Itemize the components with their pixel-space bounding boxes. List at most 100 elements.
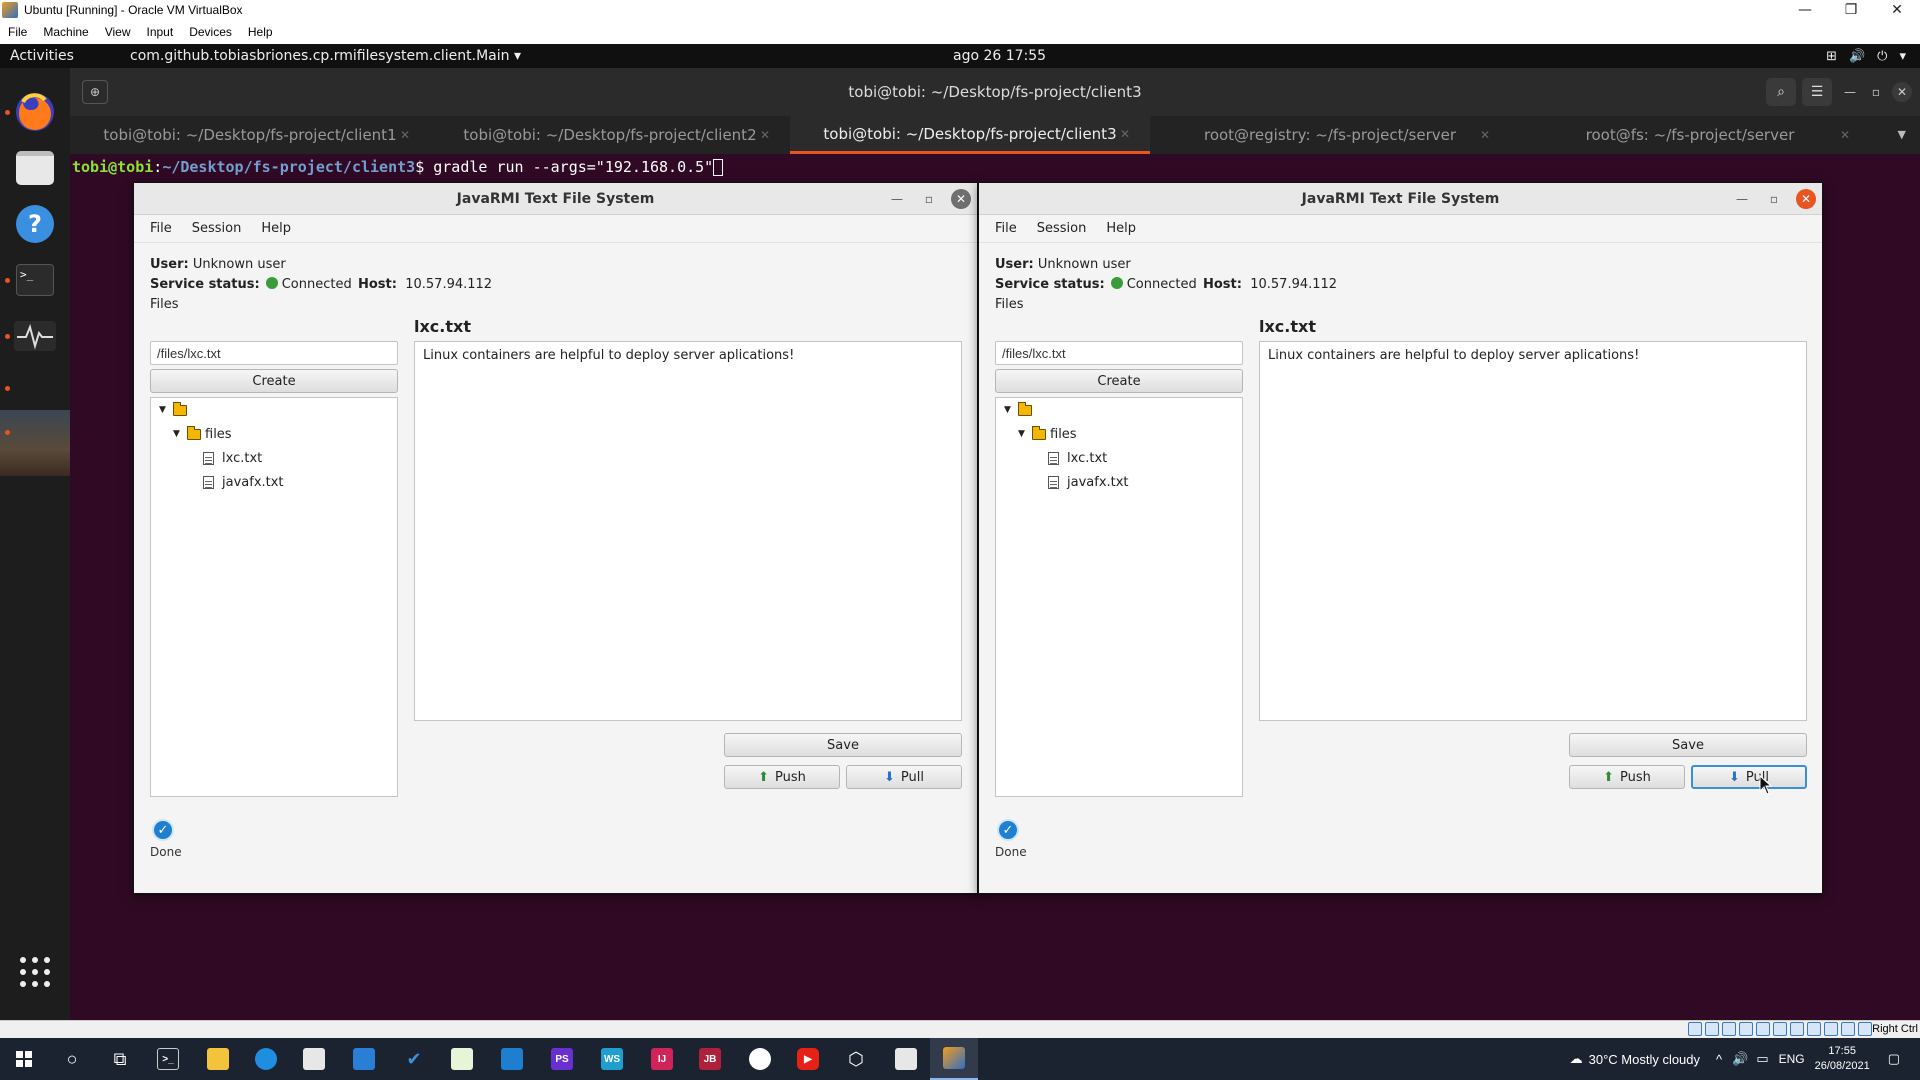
expand-arrow-icon[interactable]: ▼ — [159, 405, 169, 415]
terminal-tab-client3[interactable]: tobi@tobi: ~/Desktop/fs-project/client3 ✕ — [790, 116, 1150, 154]
webstorm-icon[interactable]: WS — [588, 1038, 636, 1080]
terminal-tab-client1[interactable]: tobi@tobi: ~/Desktop/fs-project/client1 ✕ — [70, 116, 430, 154]
file-content-editor[interactable]: Linux containers are helpful to deploy s… — [414, 341, 962, 721]
tree-file-row[interactable]: lxc.txt — [1048, 448, 1107, 468]
remote-desktop-icon[interactable] — [882, 1038, 930, 1080]
file-tree[interactable]: ▼ ▼ files lxc.txt javafx.txt — [150, 397, 398, 797]
close-tab-icon[interactable]: ✕ — [1120, 127, 1130, 141]
usb-icon[interactable] — [1756, 1022, 1770, 1036]
close-tab-icon[interactable]: ✕ — [400, 128, 410, 142]
volume-icon[interactable]: 🔊 — [1732, 1051, 1748, 1067]
push-button[interactable]: ⬆ Push — [1569, 765, 1685, 789]
audio-icon[interactable] — [1722, 1022, 1736, 1036]
path-input[interactable] — [995, 341, 1243, 365]
menu-help[interactable]: Help — [1096, 221, 1146, 236]
activities-button[interactable]: Activities — [10, 48, 74, 64]
tree-root-row[interactable]: ▼ — [1004, 400, 1036, 420]
tree-folder-row[interactable]: ▼ files — [173, 424, 232, 444]
recording-icon[interactable] — [1807, 1022, 1821, 1036]
disk-icon[interactable] — [1688, 1022, 1702, 1036]
menu-file[interactable]: File — [979, 221, 1027, 236]
weather-icon[interactable]: ☁ — [1570, 1051, 1583, 1067]
fx-window-title[interactable]: JavaRMI Text File System — [979, 183, 1822, 215]
chevron-up-icon[interactable]: ^ — [1716, 1052, 1722, 1067]
network-icon[interactable] — [1739, 1022, 1753, 1036]
save-button[interactable]: Save — [724, 733, 962, 757]
file-tree[interactable]: ▼ ▼ files lxc.txt javafx.txt — [995, 397, 1243, 797]
maximize-icon[interactable]: ▫ — [919, 189, 939, 209]
edge-icon[interactable] — [242, 1038, 290, 1080]
chevron-down-icon[interactable]: ▼ — [1898, 128, 1906, 141]
close-tab-icon[interactable]: ✕ — [1840, 128, 1850, 142]
terminal-tab-fs[interactable]: root@fs: ~/fs-project/server ✕ — [1510, 116, 1870, 154]
file-content-editor[interactable]: Linux containers are helpful to deploy s… — [1259, 341, 1807, 721]
cpu-icon[interactable] — [1824, 1022, 1838, 1036]
fx-window-title[interactable]: JavaRMI Text File System — [134, 183, 977, 215]
intellij-icon[interactable]: IJ — [638, 1038, 686, 1080]
files-icon[interactable] — [11, 144, 59, 192]
search-icon[interactable]: ○ — [48, 1038, 96, 1080]
store-icon[interactable] — [290, 1038, 338, 1080]
close-tab-icon[interactable]: ✕ — [1480, 128, 1490, 142]
tree-file-row[interactable]: lxc.txt — [203, 448, 262, 468]
system-monitor-icon[interactable] — [11, 312, 59, 360]
clock[interactable]: ago 26 17:55 — [953, 48, 1046, 64]
menu-session[interactable]: Session — [182, 221, 252, 236]
host-menu-machine[interactable]: Machine — [35, 25, 96, 39]
terminal-icon[interactable]: >_ — [11, 256, 59, 304]
expand-arrow-icon[interactable]: ▼ — [173, 429, 183, 439]
minimize-icon[interactable]: — — [1732, 189, 1752, 209]
host-menu-view[interactable]: View — [97, 25, 139, 39]
close-icon[interactable]: ✕ — [1892, 82, 1912, 102]
todo-icon[interactable]: ✔ — [390, 1038, 438, 1080]
tree-folder-row[interactable]: ▼ files — [1018, 424, 1077, 444]
taskbar-clock[interactable]: 17:55 26/08/2021 — [1815, 1044, 1870, 1074]
optical-drive-icon[interactable] — [1705, 1022, 1719, 1036]
maximize-icon[interactable]: ▫ — [1866, 82, 1886, 102]
pull-button[interactable]: ⬇ Pull — [846, 765, 962, 789]
close-icon[interactable]: ✕ — [1796, 189, 1816, 209]
terminal-command-line[interactable]: tobi@tobi:~/Desktop/fs-project/client3$ … — [72, 158, 724, 176]
host-menu-devices[interactable]: Devices — [181, 25, 240, 39]
language-indicator[interactable]: ENG — [1779, 1052, 1805, 1066]
terminal-tab-registry[interactable]: root@registry: ~/fs-project/server ✕ — [1150, 116, 1510, 154]
tree-file-row[interactable]: javafx.txt — [1048, 472, 1129, 492]
app-menu[interactable]: com.github.tobiasbriones.cp.rmifilesyste… — [130, 48, 521, 64]
shared-folder-icon[interactable] — [1773, 1022, 1787, 1036]
menu-file[interactable]: File — [134, 221, 182, 236]
java-app-icon[interactable] — [0, 410, 70, 476]
tree-root-row[interactable]: ▼ — [159, 400, 191, 420]
help-icon[interactable]: ? — [11, 200, 59, 248]
create-button[interactable]: Create — [995, 369, 1243, 393]
phpstorm-icon[interactable]: PS — [538, 1038, 586, 1080]
virtualbox-running-icon[interactable] — [930, 1038, 978, 1080]
show-apps-icon[interactable] — [11, 948, 59, 996]
display-icon[interactable] — [1790, 1022, 1804, 1036]
host-menu-input[interactable]: Input — [139, 25, 182, 39]
expand-arrow-icon[interactable]: ▼ — [1004, 405, 1014, 415]
virtualbox-app-icon[interactable]: ⬡ — [832, 1038, 880, 1080]
github-icon[interactable] — [736, 1038, 784, 1080]
host-menu-file[interactable]: File — [0, 25, 35, 39]
host-menu-help[interactable]: Help — [240, 25, 281, 39]
notepad-icon[interactable] — [438, 1038, 486, 1080]
close-tab-icon[interactable]: ✕ — [760, 128, 770, 142]
keyboard-icon[interactable] — [1858, 1022, 1872, 1036]
system-tray[interactable]: ⊞ 🔊 ⏻ ▾ — [1826, 49, 1906, 64]
file-explorer-icon[interactable] — [194, 1038, 242, 1080]
network-icon[interactable]: ▭ — [1756, 1051, 1768, 1067]
restore-icon[interactable]: ❐ — [1828, 0, 1874, 20]
mouse-integration-icon[interactable] — [1841, 1022, 1855, 1036]
terminal-tab-client2[interactable]: tobi@tobi: ~/Desktop/fs-project/client2 ✕ — [430, 116, 790, 154]
new-tab-icon[interactable]: ⊕ — [82, 80, 108, 104]
minimize-icon[interactable]: — — [1782, 0, 1828, 20]
maximize-icon[interactable]: ▫ — [1764, 189, 1784, 209]
expand-arrow-icon[interactable]: ▼ — [1018, 429, 1028, 439]
jetbrains-icon[interactable]: JB — [686, 1038, 734, 1080]
path-input[interactable] — [150, 341, 398, 365]
terminal-app-icon[interactable]: >_ — [144, 1038, 192, 1080]
task-view-icon[interactable]: ⧉ — [96, 1038, 144, 1080]
hamburger-menu-icon[interactable]: ☰ — [1802, 78, 1832, 106]
push-button[interactable]: ⬆ Push — [724, 765, 840, 789]
youtube-icon[interactable]: ▶ — [784, 1038, 832, 1080]
